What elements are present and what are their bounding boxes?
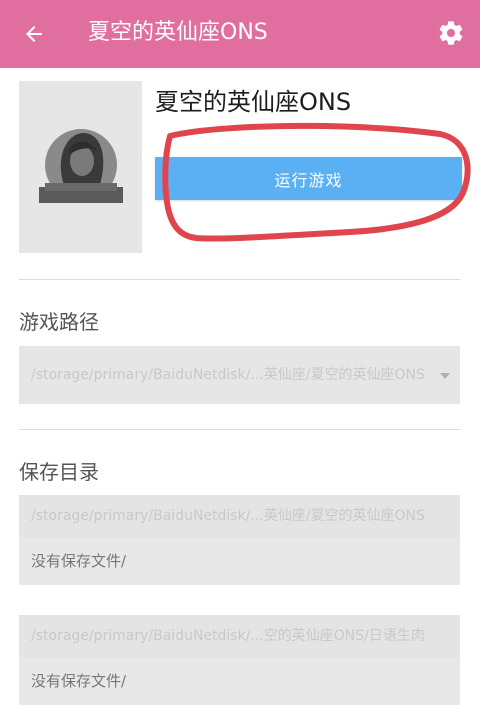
run-game-button[interactable]: 运行游戏 xyxy=(155,157,462,200)
save-dir-label: 保存目录 xyxy=(19,460,99,484)
game-cover-image xyxy=(19,81,142,253)
save-status: 没有保存文件/ xyxy=(19,657,460,705)
gear-icon xyxy=(439,21,463,45)
divider xyxy=(19,429,460,430)
back-button[interactable] xyxy=(16,16,52,52)
run-game-label: 运行游戏 xyxy=(274,170,343,190)
save-entry[interactable]: /storage/primary/BaiduNetdisk/...空的英仙座ON… xyxy=(19,615,460,705)
game-path-label: 游戏路径 xyxy=(19,310,99,334)
character-portrait-icon xyxy=(39,129,123,203)
app-bar: 夏空的英仙座ONS xyxy=(0,0,480,68)
arrow-left-icon xyxy=(26,26,42,42)
app-bar-title: 夏空的英仙座ONS xyxy=(88,20,268,45)
settings-button[interactable] xyxy=(432,14,470,52)
game-path-value: /storage/primary/BaiduNetdisk/...英仙座/夏空的… xyxy=(31,367,425,383)
game-path-select[interactable]: /storage/primary/BaiduNetdisk/...英仙座/夏空的… xyxy=(19,346,460,404)
divider xyxy=(19,279,460,280)
dropdown-arrow-icon xyxy=(440,373,450,379)
save-entry[interactable]: /storage/primary/BaiduNetdisk/...英仙座/夏空的… xyxy=(19,495,460,585)
game-title: 夏空的英仙座ONS xyxy=(155,88,352,116)
save-path: /storage/primary/BaiduNetdisk/...空的英仙座ON… xyxy=(19,615,460,657)
save-path: /storage/primary/BaiduNetdisk/...英仙座/夏空的… xyxy=(19,495,460,537)
save-status: 没有保存文件/ xyxy=(19,537,460,585)
